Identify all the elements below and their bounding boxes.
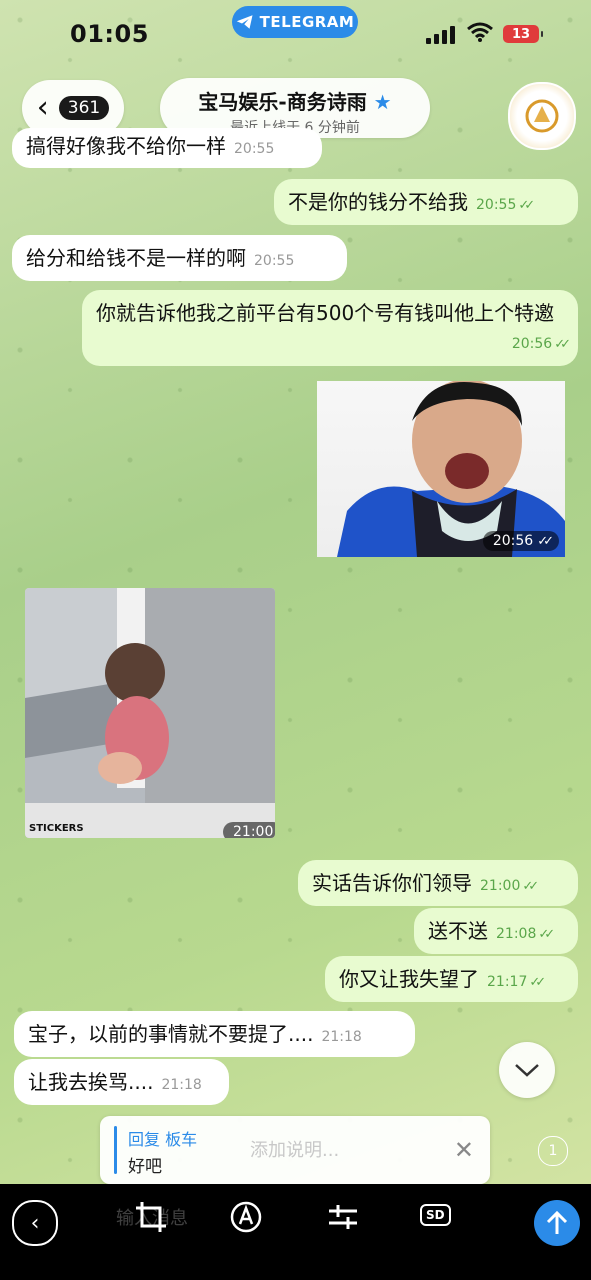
chevron-down-icon <box>515 1064 539 1077</box>
message-text: 宝子，以前的事情就不要提了.... <box>28 1022 314 1046</box>
telegram-pill[interactable]: TELEGRAM <box>232 6 358 38</box>
message-time: 20:55 <box>476 197 517 213</box>
media-counter[interactable]: 1 <box>538 1136 568 1166</box>
message-bubble[interactable]: 搞得好像我不给你一样 20:55 <box>12 128 322 168</box>
clock: 01:05 <box>70 20 149 48</box>
message-text: 不是你的钱分不给我 <box>288 190 468 214</box>
crop-icon[interactable] <box>134 1200 168 1234</box>
double-check-icon: ✓✓ <box>554 337 571 352</box>
message-bubble[interactable]: 你就告诉他我之前平台有500个号有钱叫他上个特邀 20:56 ✓✓ <box>82 290 578 366</box>
arrow-up-icon <box>546 1210 568 1234</box>
message-text: 你又让我失望了 <box>339 967 479 991</box>
logo-icon <box>525 99 559 133</box>
message-text: 让我去挨骂.... <box>28 1070 154 1094</box>
telegram-plane-icon <box>236 15 253 29</box>
reply-preview[interactable]: 回复 板车 好吧 添加说明... ✕ <box>100 1116 490 1184</box>
double-check-icon: ✓✓ <box>537 534 554 549</box>
reply-label: 回复 板车 <box>128 1130 198 1149</box>
message-time: 21:18 <box>161 1077 202 1093</box>
message-time: 21:17 <box>487 974 528 990</box>
chevron-left-icon: ‹ <box>36 90 49 125</box>
message-text: 实话告诉你们领导 <box>312 871 472 895</box>
message-bubble[interactable]: 宝子，以前的事情就不要提了.... 21:18 <box>14 1011 415 1057</box>
sticker-time: 21:00 <box>223 822 275 838</box>
message-time: 21:00 <box>480 878 521 894</box>
message-time: 20:56 <box>511 336 553 352</box>
message-text: 送不送 <box>428 919 488 943</box>
battery-indicator: 13 <box>503 25 543 43</box>
quality-sd-button[interactable]: SD <box>420 1204 451 1226</box>
caption-input[interactable]: 添加说明... <box>250 1136 339 1162</box>
message-time: 20:55 <box>234 141 275 157</box>
sticker-time: 20:56 ✓✓ <box>482 531 559 551</box>
signal-icon <box>426 26 455 44</box>
scroll-down-button[interactable] <box>499 1042 555 1098</box>
stickers-label: STICKERS <box>29 823 84 834</box>
child-sticker-icon <box>25 588 275 838</box>
double-check-icon: ✓✓ <box>522 879 539 894</box>
message-bubble[interactable]: 给分和给钱不是一样的啊 20:55 <box>12 235 347 281</box>
double-check-icon: ✓✓ <box>538 927 555 942</box>
reply-accent-line <box>114 1126 117 1174</box>
message-time: 21:18 <box>321 1029 362 1045</box>
message-text: 搞得好像我不给你一样 <box>26 134 226 158</box>
message-text: 你就告诉他我之前平台有500个号有钱叫他上个特邀 <box>96 301 555 325</box>
back-icon-button[interactable]: ‹ <box>12 1200 58 1246</box>
sticker-image[interactable]: STICKERS 21:00 <box>25 588 275 838</box>
message-time: 20:55 <box>254 253 295 269</box>
double-check-icon: ✓✓ <box>529 975 546 990</box>
send-button[interactable] <box>534 1200 580 1246</box>
message-bubble[interactable]: 送不送 21:08 ✓✓ <box>414 908 578 954</box>
editor-toolbar: 输入消息 ‹ SD <box>0 1184 591 1280</box>
telegram-pill-label: TELEGRAM <box>259 13 355 31</box>
message-time: 21:08 <box>496 926 537 942</box>
message-bubble[interactable]: 不是你的钱分不给我 20:55 ✓✓ <box>274 179 578 225</box>
status-bar: 01:05 TELEGRAM 13 <box>0 0 591 70</box>
close-icon[interactable]: ✕ <box>454 1136 474 1164</box>
message-bubble[interactable]: 实话告诉你们领导 21:00 ✓✓ <box>298 860 578 906</box>
adjust-icon[interactable] <box>326 1200 360 1234</box>
star-icon: ★ <box>373 90 392 114</box>
contact-name: 宝马娱乐-商务诗雨 <box>198 90 367 114</box>
markup-pen-icon[interactable] <box>229 1200 263 1234</box>
wifi-icon <box>467 22 493 42</box>
unread-count-badge: 361 <box>58 96 110 120</box>
message-text: 给分和给钱不是一样的啊 <box>26 246 246 270</box>
double-check-icon: ✓✓ <box>518 198 535 213</box>
sd-label: SD <box>420 1204 451 1226</box>
sticker-image[interactable]: 20:56 ✓✓ <box>317 381 565 557</box>
reply-quoted-text: 好吧 <box>128 1157 162 1177</box>
contact-avatar[interactable] <box>508 82 576 150</box>
message-bubble[interactable]: 你又让我失望了 21:17 ✓✓ <box>325 956 578 1002</box>
message-bubble[interactable]: 让我去挨骂.... 21:18 <box>14 1059 229 1105</box>
